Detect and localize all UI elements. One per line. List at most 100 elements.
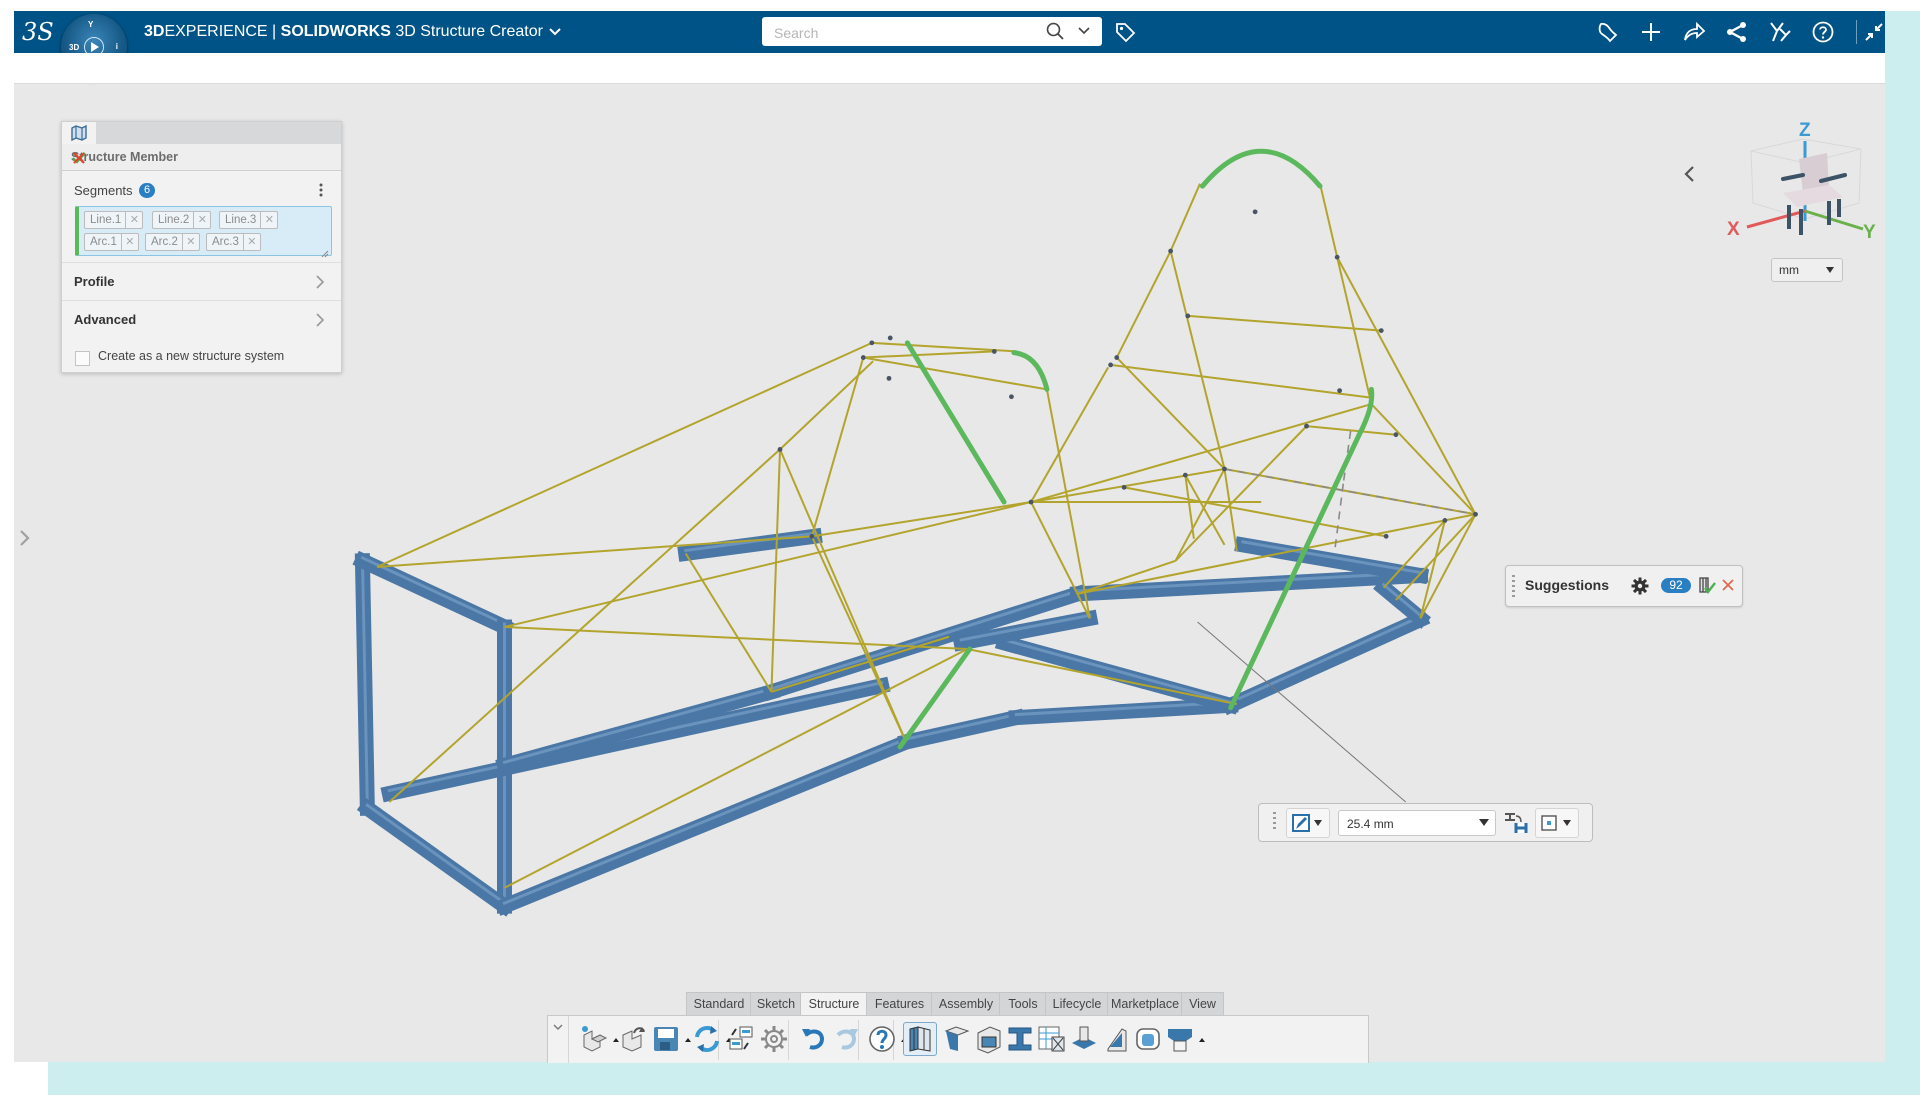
sketch-line[interactable] <box>1030 366 1110 503</box>
section-profile[interactable]: Profile <box>62 262 341 300</box>
help-icon[interactable] <box>1811 20 1835 44</box>
remove-icon[interactable]: ✕ <box>125 212 142 228</box>
accept-suggestions-icon[interactable] <box>1698 576 1716 596</box>
notifications-bell-icon[interactable] <box>1596 20 1620 44</box>
gear-icon[interactable] <box>1631 577 1649 595</box>
undo-button[interactable] <box>798 1023 830 1055</box>
chevron-down-icon[interactable] <box>552 1020 564 1032</box>
tab-sketch[interactable]: Sketch <box>750 992 802 1015</box>
flip-profile-icon[interactable] <box>1502 810 1528 834</box>
corner-treatment-button[interactable] <box>940 1023 972 1055</box>
redo-button[interactable] <box>830 1023 862 1055</box>
sketch-line[interactable] <box>1045 389 1091 619</box>
segment-chip[interactable]: Arc.1 ✕ <box>84 233 139 251</box>
ds-logo[interactable]: 3S <box>22 15 56 49</box>
sketch-dropdown[interactable] <box>1286 808 1330 838</box>
sketch-point[interactable] <box>1393 432 1399 438</box>
search-icon[interactable] <box>1046 22 1064 40</box>
sketch-line[interactable] <box>967 648 1237 706</box>
remove-icon[interactable]: ✕ <box>193 212 210 228</box>
close-icon[interactable] <box>1721 578 1735 592</box>
selected-line-segment[interactable] <box>904 340 1007 505</box>
selected-line-segment[interactable] <box>1228 432 1362 711</box>
frame-tube[interactable] <box>494 732 916 916</box>
sketch-line[interactable] <box>1336 256 1373 405</box>
tab-assembly[interactable]: Assembly <box>931 992 1001 1015</box>
sketch-point[interactable] <box>809 533 815 539</box>
frame-tube[interactable] <box>677 527 823 562</box>
sketch-line[interactable] <box>1174 468 1226 562</box>
suggestions-count-badge[interactable]: 92 <box>1661 578 1691 593</box>
tab-lifecycle[interactable]: Lifecycle <box>1045 992 1109 1015</box>
frame-tube[interactable] <box>1234 536 1430 585</box>
sketch-point[interactable] <box>869 340 875 346</box>
resize-grip-icon[interactable] <box>321 245 329 258</box>
view-triad[interactable]: Z X Y <box>1723 111 1883 251</box>
social-network-icon[interactable] <box>1725 20 1749 44</box>
cut-list-button[interactable] <box>1036 1023 1068 1055</box>
structure-frame-members[interactable] <box>352 527 1431 917</box>
sketch-point[interactable] <box>1185 313 1191 319</box>
open-button[interactable] <box>618 1023 650 1055</box>
remove-icon[interactable]: ✕ <box>260 212 277 228</box>
tab-standard[interactable]: Standard <box>686 992 752 1015</box>
frame-tube[interactable] <box>352 550 515 637</box>
drag-handle[interactable] <box>1273 812 1276 832</box>
sketch-line[interactable] <box>770 449 782 692</box>
replace-button[interactable] <box>726 1023 758 1055</box>
sketch-point[interactable] <box>1442 518 1448 523</box>
tab-structure[interactable]: Structure <box>800 992 868 1016</box>
share-icon[interactable] <box>1682 20 1706 44</box>
sketch-point[interactable] <box>1378 328 1384 334</box>
more-options-icon[interactable] <box>316 182 326 198</box>
sketch-line[interactable] <box>504 648 968 889</box>
sketch-line[interactable] <box>811 501 1032 538</box>
tab-view[interactable]: View <box>1181 992 1224 1015</box>
units-dropdown[interactable]: mm <box>1771 258 1843 282</box>
save-button[interactable] <box>650 1023 682 1055</box>
frame-tube[interactable] <box>1069 567 1429 602</box>
search-input[interactable] <box>772 17 1036 48</box>
drag-handle[interactable] <box>1512 575 1515 597</box>
segment-chip[interactable]: Arc.3 ✕ <box>206 233 261 251</box>
sketch-point[interactable] <box>1473 511 1478 517</box>
sketch-line[interactable] <box>1115 250 1172 359</box>
sketch-point[interactable] <box>1182 472 1188 478</box>
sketch-line[interactable] <box>1336 256 1477 515</box>
sketch-line[interactable] <box>1116 356 1226 470</box>
sketch-point[interactable] <box>860 355 866 360</box>
frame-tube-highlight[interactable] <box>1228 614 1423 705</box>
sketch-point[interactable] <box>1121 484 1127 490</box>
frame-tube[interactable] <box>897 708 1026 751</box>
dropdown-arrow-icon[interactable] <box>1479 819 1489 826</box>
tab-tools[interactable]: Tools <box>999 992 1047 1015</box>
refresh-button[interactable] <box>691 1023 723 1055</box>
sketch-point[interactable] <box>1337 388 1343 394</box>
sketch-point[interactable] <box>1222 466 1227 472</box>
sketch-point[interactable] <box>886 375 892 381</box>
sketch-point[interactable] <box>1383 533 1389 539</box>
collapse-window-icon[interactable] <box>1864 20 1884 44</box>
remove-icon[interactable]: ✕ <box>242 234 260 250</box>
alignment-dropdown[interactable] <box>1535 808 1579 838</box>
sketch-line[interactable] <box>1123 486 1387 538</box>
chevron-left-icon[interactable] <box>1682 164 1698 184</box>
new-part-button[interactable] <box>578 1023 610 1055</box>
section-advanced[interactable]: Advanced <box>62 300 341 338</box>
expand-tree-icon[interactable] <box>18 528 32 548</box>
frame-tube-highlight[interactable] <box>1002 638 1233 705</box>
sketch-point[interactable] <box>1304 423 1309 429</box>
remove-icon[interactable]: ✕ <box>181 234 199 250</box>
sketch-point[interactable] <box>1009 394 1014 400</box>
help-button[interactable] <box>866 1023 898 1055</box>
sketch-point[interactable] <box>777 446 783 452</box>
remove-icon[interactable]: ✕ <box>120 234 138 250</box>
tab-marketplace[interactable]: Marketplace <box>1107 992 1183 1015</box>
sketch-point[interactable] <box>1108 362 1114 368</box>
segment-chip[interactable]: Line.2 ✕ <box>152 211 212 229</box>
extrude-tube-button[interactable] <box>1132 1023 1164 1055</box>
segment-chip[interactable]: Line.3 ✕ <box>219 211 279 229</box>
sketch-point[interactable] <box>1334 254 1340 260</box>
structure-member-button[interactable] <box>903 1022 937 1056</box>
sketch-line[interactable] <box>1169 250 1226 470</box>
